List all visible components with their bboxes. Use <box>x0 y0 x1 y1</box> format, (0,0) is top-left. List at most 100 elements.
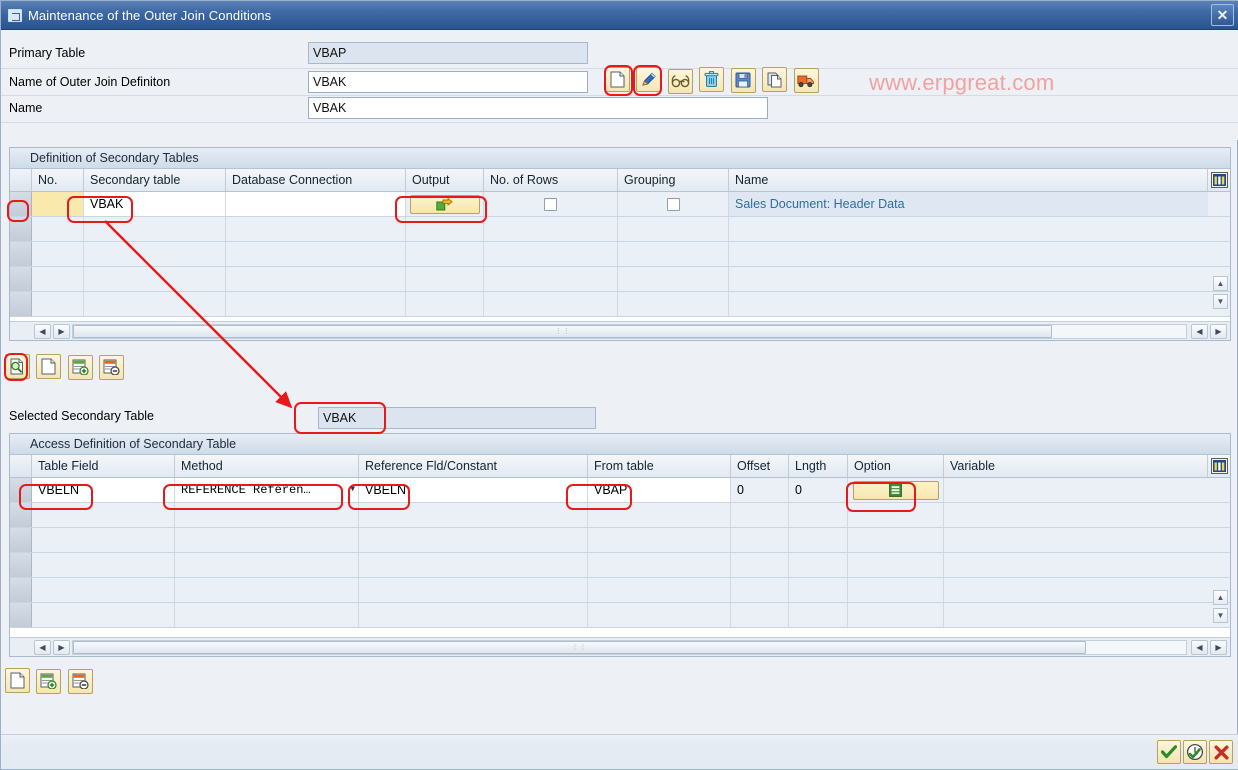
cell-option[interactable] <box>848 478 944 502</box>
cell-reference-fld[interactable]: VBELN <box>359 478 588 502</box>
cell-database-connection[interactable] <box>226 192 406 216</box>
cell-output[interactable] <box>406 242 484 266</box>
cell-from-table[interactable] <box>588 503 731 527</box>
cell-name[interactable] <box>729 267 1208 291</box>
cell-variable[interactable] <box>944 503 1208 527</box>
cell-lngth[interactable]: 0 <box>789 478 848 502</box>
cell-output[interactable] <box>406 192 484 216</box>
cell-lngth[interactable] <box>789 528 848 552</box>
table-row[interactable] <box>10 503 1230 528</box>
transport-button[interactable] <box>793 68 819 93</box>
cell-output[interactable] <box>406 292 484 316</box>
output-export-icon[interactable] <box>409 194 480 214</box>
cell-variable[interactable] <box>944 553 1208 577</box>
table-settings-icon[interactable] <box>1210 172 1228 188</box>
table-row[interactable] <box>10 292 1230 317</box>
cell-option[interactable] <box>848 553 944 577</box>
cell-table-field[interactable]: VBELN <box>32 478 175 502</box>
cell-lngth[interactable] <box>789 503 848 527</box>
row-selector[interactable] <box>10 503 32 527</box>
column-header-no-of-rows[interactable]: No. of Rows <box>484 169 618 191</box>
cell-database-connection[interactable] <box>226 242 406 266</box>
grouping-checkbox[interactable] <box>666 197 680 211</box>
column-header-option[interactable]: Option <box>848 455 944 477</box>
scroll-left-icon-2[interactable]: ◀ <box>1191 639 1208 655</box>
outer-join-definition-field[interactable] <box>308 71 588 93</box>
selected-secondary-table-field[interactable] <box>318 407 596 429</box>
cell-grouping[interactable] <box>618 242 729 266</box>
table-row[interactable] <box>10 603 1230 628</box>
scroll-left-icon[interactable]: ◀ <box>34 639 51 655</box>
no-of-rows-checkbox[interactable] <box>544 197 557 211</box>
cell-no[interactable] <box>32 217 84 241</box>
cell-table-field[interactable] <box>32 553 175 577</box>
hscroll-track[interactable]: ⋮⋮ <box>72 639 1187 655</box>
save-button[interactable] <box>730 67 756 93</box>
row-selector[interactable] <box>10 217 32 241</box>
confirm-button[interactable] <box>1157 740 1181 764</box>
cell-name[interactable]: Sales Document: Header Data <box>729 192 1208 216</box>
table-row[interactable] <box>10 578 1230 603</box>
cell-variable[interactable] <box>944 603 1208 627</box>
cell-no[interactable] <box>32 242 84 266</box>
table-settings-cell[interactable] <box>1208 455 1230 477</box>
select-all-header[interactable] <box>10 169 32 191</box>
table-row[interactable] <box>10 528 1230 553</box>
cell-option[interactable] <box>848 578 944 602</box>
cell-table-field[interactable] <box>32 603 175 627</box>
close-icon[interactable]: ✕ <box>1211 4 1234 26</box>
select-all-header[interactable] <box>10 455 32 477</box>
table-row[interactable] <box>10 267 1230 292</box>
scroll-right-icon[interactable]: ▶ <box>53 323 70 339</box>
hscroll-track[interactable]: ⋮⋮ <box>72 323 1187 339</box>
cell-grouping[interactable] <box>618 192 729 216</box>
cell-secondary-table[interactable] <box>84 292 226 316</box>
cell-output[interactable] <box>406 217 484 241</box>
column-header-variable[interactable]: Variable <box>944 455 1208 477</box>
column-header-name[interactable]: Name <box>729 169 1208 191</box>
cell-offset[interactable] <box>731 603 789 627</box>
cell-offset[interactable]: 0 <box>731 478 789 502</box>
cell-from-table[interactable] <box>588 578 731 602</box>
row-selector[interactable] <box>10 528 32 552</box>
hscroll-thumb[interactable]: ⋮⋮ <box>73 640 1086 654</box>
new-entry-button[interactable] <box>5 668 30 693</box>
cell-option[interactable] <box>848 503 944 527</box>
row-selector[interactable] <box>10 603 32 627</box>
scroll-left-icon[interactable]: ◀ <box>34 323 51 339</box>
column-header-method[interactable]: Method <box>175 455 359 477</box>
cell-from-table[interactable]: VBAP <box>588 478 731 502</box>
cell-option[interactable] <box>848 528 944 552</box>
cell-from-table[interactable] <box>588 553 731 577</box>
cell-secondary-table[interactable] <box>84 217 226 241</box>
cell-method[interactable] <box>175 553 359 577</box>
column-header-database-connection[interactable]: Database Connection <box>226 169 406 191</box>
cell-name[interactable] <box>729 292 1208 316</box>
cell-method[interactable] <box>175 603 359 627</box>
cell-no[interactable] <box>32 292 84 316</box>
column-header-reference-fld[interactable]: Reference Fld/Constant <box>359 455 588 477</box>
table-settings-icon[interactable] <box>1210 458 1228 474</box>
cell-offset[interactable] <box>731 528 789 552</box>
cell-method[interactable] <box>175 578 359 602</box>
cell-reference-fld[interactable] <box>359 578 588 602</box>
cell-no-of-rows[interactable] <box>484 292 618 316</box>
cell-method[interactable] <box>175 503 359 527</box>
cell-secondary-table[interactable] <box>84 242 226 266</box>
horizontal-scrollbar[interactable]: ◀ ▶ ⋮⋮ ◀ ▶ <box>10 321 1230 340</box>
scroll-down-icon[interactable]: ▼ <box>1213 294 1228 309</box>
column-header-grouping[interactable]: Grouping <box>618 169 729 191</box>
delete-row-button[interactable] <box>99 354 125 380</box>
cell-reference-fld[interactable] <box>359 603 588 627</box>
cell-no-of-rows[interactable] <box>484 192 618 216</box>
row-selector[interactable] <box>10 267 32 291</box>
cell-offset[interactable] <box>731 553 789 577</box>
cell-name[interactable] <box>729 242 1208 266</box>
vertical-scrollbar[interactable]: ▲ ▼ <box>1212 276 1229 312</box>
row-selector[interactable] <box>10 242 32 266</box>
column-header-secondary-table[interactable]: Secondary table <box>84 169 226 191</box>
scroll-up-icon[interactable]: ▲ <box>1213 276 1228 291</box>
scroll-right-icon[interactable]: ▶ <box>53 639 70 655</box>
column-header-table-field[interactable]: Table Field <box>32 455 175 477</box>
scroll-down-icon[interactable]: ▼ <box>1213 608 1228 623</box>
